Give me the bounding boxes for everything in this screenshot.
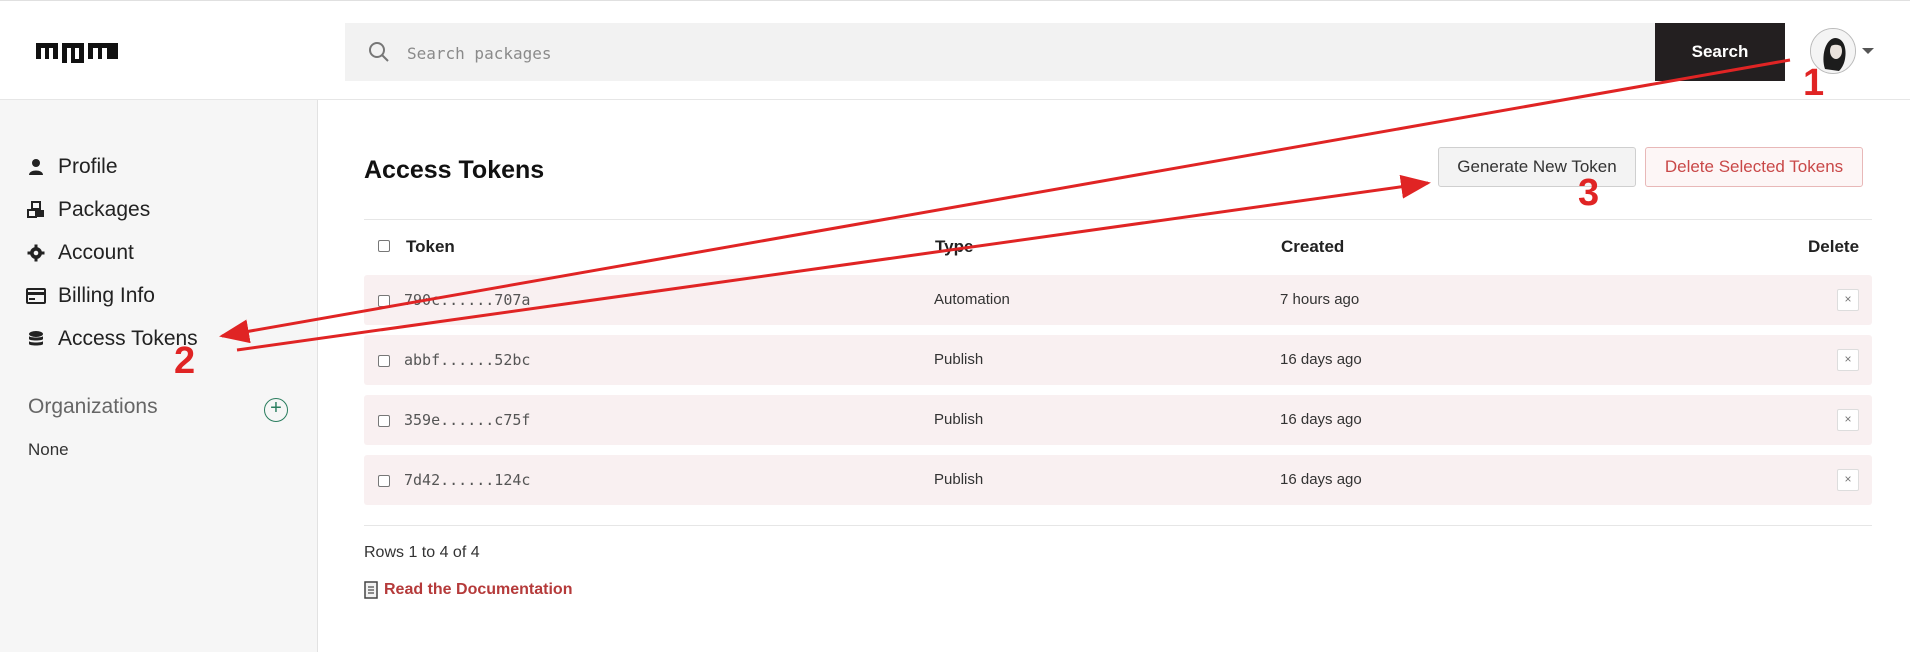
top-header: Search <box>0 0 1910 100</box>
sidebar-item-access-tokens[interactable]: Access Tokens <box>26 324 198 354</box>
packages-icon <box>26 200 46 220</box>
sidebar-item-packages[interactable]: Packages <box>26 195 150 225</box>
delete-selected-tokens-button[interactable]: Delete Selected Tokens <box>1645 147 1863 187</box>
table-row: 7d42......124c Publish 16 days ago × <box>364 455 1872 505</box>
annotation-label-1: 1 <box>1803 62 1825 104</box>
select-all-checkbox[interactable] <box>378 240 390 252</box>
annotation-label-3: 3 <box>1578 172 1600 214</box>
organizations-empty: None <box>28 440 69 459</box>
add-organization-button[interactable]: + <box>264 398 288 422</box>
column-header-type: Type <box>935 237 974 256</box>
chevron-down-icon[interactable] <box>1862 48 1874 54</box>
token-created: 16 days ago <box>1280 351 1362 368</box>
npm-logo[interactable] <box>36 39 118 63</box>
token-type: Publish <box>934 351 984 368</box>
sidebar-item-billing[interactable]: Billing Info <box>26 281 155 311</box>
search-box <box>345 23 1656 83</box>
sidebar-item-label: Account <box>58 241 134 264</box>
credit-card-icon <box>26 286 46 306</box>
token-value: 790c......707a <box>404 291 531 309</box>
annotation-label-2: 2 <box>174 340 196 382</box>
gear-icon <box>26 243 46 263</box>
table-bottom-divider <box>364 525 1872 526</box>
documentation-link[interactable]: Read the Documentation <box>364 581 572 599</box>
row-checkbox[interactable] <box>378 355 390 367</box>
column-header-delete: Delete <box>1808 237 1860 256</box>
search-icon <box>369 42 389 62</box>
delete-token-button[interactable]: × <box>1837 409 1859 431</box>
search-input[interactable] <box>405 23 1609 83</box>
coins-icon <box>26 329 46 349</box>
user-icon <box>26 157 46 177</box>
rows-info: Rows 1 to 4 of 4 <box>364 544 480 561</box>
delete-token-button[interactable]: × <box>1837 289 1859 311</box>
token-value: abbf......52bc <box>404 351 531 369</box>
token-value: 7d42......124c <box>404 471 531 489</box>
column-header-token: Token <box>406 237 455 256</box>
row-checkbox[interactable] <box>378 415 390 427</box>
search-button[interactable]: Search <box>1655 23 1785 81</box>
row-checkbox[interactable] <box>378 295 390 307</box>
row-checkbox[interactable] <box>378 475 390 487</box>
column-header-created: Created <box>1281 237 1345 256</box>
sidebar-item-label: Profile <box>58 155 118 178</box>
sidebar-item-profile[interactable]: Profile <box>26 152 118 182</box>
generate-token-button[interactable]: Generate New Token <box>1438 147 1636 187</box>
token-created: 16 days ago <box>1280 411 1362 428</box>
table-divider <box>364 219 1872 220</box>
token-created: 16 days ago <box>1280 471 1362 488</box>
token-value: 359e......c75f <box>404 411 531 429</box>
token-type: Publish <box>934 411 984 428</box>
table-row: 790c......707a Automation 7 hours ago × <box>364 275 1872 325</box>
document-icon <box>364 581 378 599</box>
token-type: Automation <box>934 291 1010 308</box>
sidebar-item-label: Billing Info <box>58 284 155 307</box>
documentation-link-label: Read the Documentation <box>384 581 573 598</box>
sidebar-item-account[interactable]: Account <box>26 238 134 268</box>
delete-token-button[interactable]: × <box>1837 349 1859 371</box>
token-created: 7 hours ago <box>1280 291 1360 308</box>
table-row: 359e......c75f Publish 16 days ago × <box>364 395 1872 445</box>
token-type: Publish <box>934 471 984 488</box>
sidebar: Profile Packages Account Billing Info Ac… <box>0 100 318 652</box>
organizations-title: Organizations <box>28 395 158 418</box>
table-row: abbf......52bc Publish 16 days ago × <box>364 335 1872 385</box>
delete-token-button[interactable]: × <box>1837 469 1859 491</box>
sidebar-item-label: Packages <box>58 198 151 221</box>
page-title: Access Tokens <box>364 156 545 184</box>
